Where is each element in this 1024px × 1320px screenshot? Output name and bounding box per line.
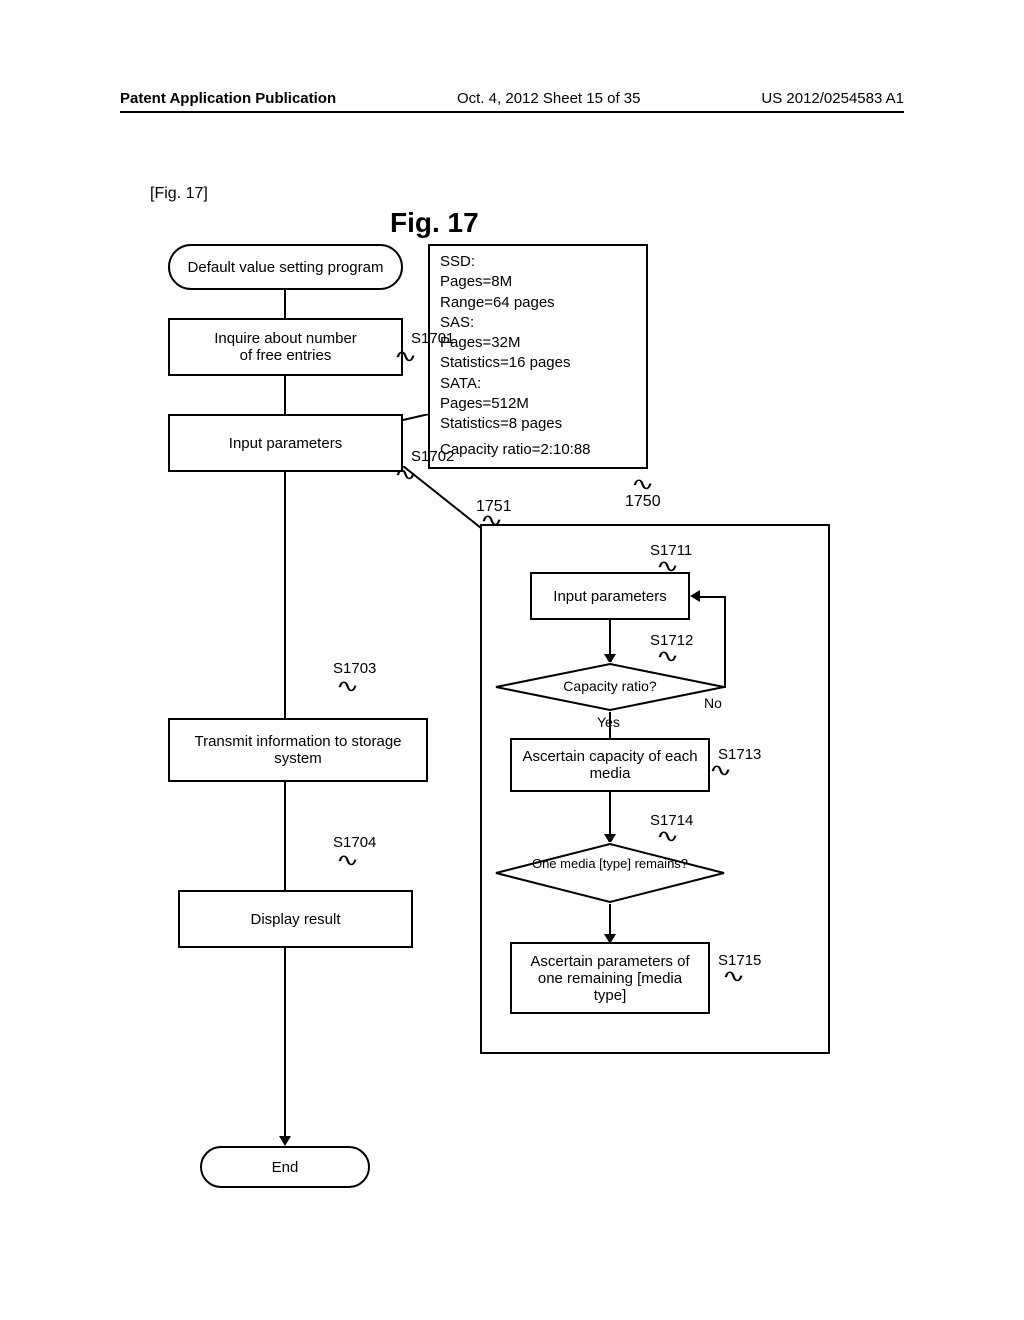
connector bbox=[284, 376, 286, 414]
connector bbox=[284, 472, 286, 718]
tilde-1750: ∿ bbox=[630, 474, 654, 495]
connector bbox=[284, 290, 286, 318]
tilde-s1711: ∿ bbox=[655, 556, 679, 577]
figure-label-large: Fig. 17 bbox=[390, 207, 479, 239]
info-line-3: SAS: bbox=[440, 313, 636, 333]
figure-label-small: [Fig. 17] bbox=[150, 185, 208, 203]
decision-s1714-text: One media [type] remains? bbox=[530, 856, 690, 872]
info-line-5: Statistics=16 pages bbox=[440, 353, 636, 373]
tilde-s1701: ∿ bbox=[393, 346, 417, 367]
connector bbox=[284, 782, 286, 890]
tilde-s1713: ∿ bbox=[708, 760, 732, 781]
step-s1715: Ascertain parameters of one remaining [m… bbox=[510, 942, 710, 1014]
info-line-6: SATA: bbox=[440, 374, 636, 394]
connector bbox=[609, 620, 611, 656]
step-s1704: Display result bbox=[178, 890, 413, 948]
start-node-text: Default value setting program bbox=[188, 259, 384, 276]
tilde-s1715: ∿ bbox=[721, 966, 745, 987]
connector bbox=[284, 948, 286, 1138]
decision-s1712-text: Capacity ratio? bbox=[530, 678, 690, 694]
diag-line-up bbox=[403, 414, 483, 474]
step-s1711: Input parameters bbox=[530, 572, 690, 620]
tilde-s1714: ∿ bbox=[655, 826, 679, 847]
header-left: Patent Application Publication bbox=[120, 90, 336, 107]
tilde-s1712: ∿ bbox=[655, 646, 679, 667]
step-s1711-text: Input parameters bbox=[553, 588, 666, 605]
arrowhead bbox=[279, 1136, 291, 1146]
step-s1713-text: Ascertain capacity of each media bbox=[520, 748, 700, 782]
info-line-2: Range=64 pages bbox=[440, 293, 636, 313]
decision-s1714 bbox=[494, 842, 726, 904]
label-s1701: S1701 bbox=[411, 330, 454, 347]
end-node-text: End bbox=[272, 1159, 299, 1176]
label-s1703: S1703 bbox=[333, 660, 376, 677]
tilde-s1703: ∿ bbox=[335, 676, 359, 697]
step-s1703: Transmit information to storage system bbox=[168, 718, 428, 782]
step-s1701: Inquire about number of free entries bbox=[168, 318, 403, 376]
step-s1703-text: Transmit information to storage system bbox=[178, 733, 418, 767]
info-line-0: SSD: bbox=[440, 252, 636, 272]
connector bbox=[609, 712, 611, 738]
connector-no bbox=[724, 596, 726, 688]
info-line-1: Pages=8M bbox=[440, 272, 636, 292]
step-s1713: Ascertain capacity of each media bbox=[510, 738, 710, 792]
header-right: US 2012/0254583 A1 bbox=[761, 90, 904, 107]
step-s1701-text: Inquire about number of free entries bbox=[214, 330, 357, 364]
header-center: Oct. 4, 2012 Sheet 15 of 35 bbox=[457, 90, 640, 107]
end-node: End bbox=[200, 1146, 370, 1188]
step-s1715-text: Ascertain parameters of one remaining [m… bbox=[520, 953, 700, 1004]
connector bbox=[609, 792, 611, 836]
arrow-into-s1711 bbox=[690, 590, 700, 602]
step-s1702: Input parameters bbox=[168, 414, 403, 472]
start-node: Default value setting program bbox=[168, 244, 403, 290]
page-header: Patent Application Publication Oct. 4, 2… bbox=[120, 90, 904, 113]
info-line-7: Pages=512M bbox=[440, 394, 636, 414]
tilde-1751: ∿ bbox=[479, 510, 503, 531]
connector-no-h bbox=[700, 596, 726, 598]
ref-1750: 1750 bbox=[625, 493, 661, 511]
step-s1704-text: Display result bbox=[250, 911, 340, 928]
label-s1704: S1704 bbox=[333, 834, 376, 851]
step-s1702-text: Input parameters bbox=[229, 435, 342, 452]
info-line-4: Pages=32M bbox=[440, 333, 636, 353]
no-s1712: No bbox=[704, 695, 722, 711]
connector bbox=[609, 904, 611, 936]
tilde-s1704: ∿ bbox=[335, 850, 359, 871]
